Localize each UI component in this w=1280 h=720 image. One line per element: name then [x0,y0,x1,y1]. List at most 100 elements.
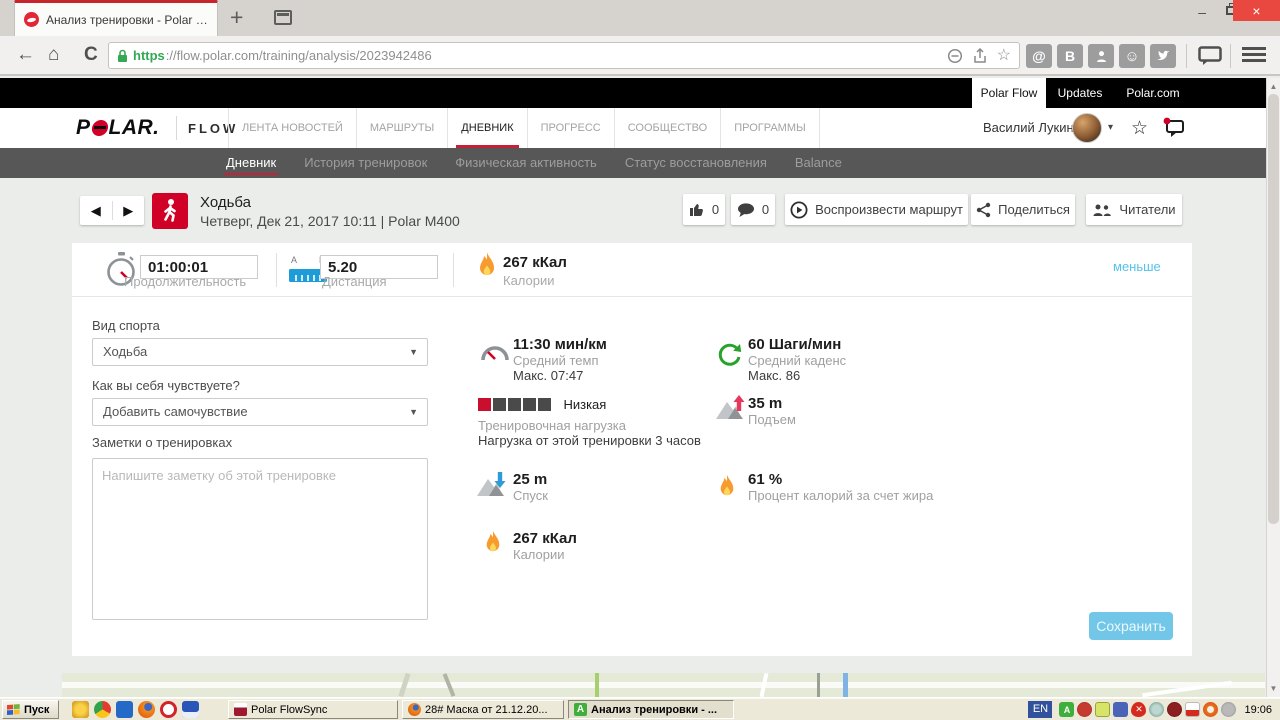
nav-item-routes[interactable]: МАРШРУТЫ [357,108,448,148]
taskbar-window-label: Polar FlowSync [251,704,327,716]
subnav-item-activity[interactable]: Физическая активность [441,148,611,178]
share-button[interactable]: Поделиться [971,194,1075,225]
next-session-button[interactable]: ▶ [113,196,145,225]
tray-security-shield-icon[interactable]: ✕ [1131,702,1146,717]
tab-list-icon[interactable] [274,10,292,25]
fat-percent-stat: 61 % Процент калорий за счет жира [748,471,968,503]
like-button[interactable]: 0 [683,194,725,225]
comment-icon [737,203,755,217]
menu-icon[interactable] [1242,47,1266,63]
share-label: Поделиться [998,202,1070,217]
nav-item-progress[interactable]: ПРОГРЕСС [528,108,615,148]
quicklaunch-icon-opera[interactable] [160,701,177,718]
notifications-icon[interactable] [1162,117,1186,137]
home-icon[interactable]: ⌂ [48,44,59,66]
window-close-button[interactable]: × [1233,0,1280,21]
nav-item-programs[interactable]: ПРОГРАММЫ [721,108,820,148]
reload-icon[interactable]: C [84,44,98,66]
moimir-share-icon[interactable]: ☺ [1119,44,1145,68]
card-divider [72,296,1192,297]
chat-bubble-icon[interactable] [1198,46,1222,65]
ok-share-icon[interactable] [1088,44,1114,68]
calories-summary-value: 267 кКал [503,254,567,271]
map-road [62,682,1265,688]
system-tray: EN A ✕ 19:06 [1028,698,1280,720]
feeling-select[interactable]: Добавить самочувствие ▼ [92,398,428,426]
thumbs-up-icon [689,202,705,217]
new-tab-button[interactable]: + [230,4,243,30]
fat-percent-value: 61 % [748,471,968,488]
window-minimize-button[interactable]: – [1198,4,1206,20]
address-bar[interactable]: https ://flow.polar.com/training/analysi… [108,42,1020,69]
quicklaunch-icon-chrome[interactable] [94,701,111,718]
load-detail: Нагрузка от этой тренировки 3 часов [478,433,728,448]
avatar[interactable] [1072,113,1102,143]
quicklaunch-icon-3[interactable] [116,701,133,718]
replay-route-button[interactable]: Воспроизвести маршрут [785,194,968,225]
training-analysis-card: Продолжительность A B Дистанция 267 кКал… [72,243,1192,656]
mailru-share-icon[interactable]: @ [1026,44,1052,68]
scroll-up-icon[interactable]: ▲ [1267,80,1280,93]
topbar-tab-polar-flow[interactable]: Polar Flow [972,78,1046,108]
play-circle-icon [790,201,808,219]
start-button[interactable]: Пуск [2,700,59,719]
tray-amigo-icon[interactable]: A [1059,702,1074,717]
taskbar-clock[interactable]: 19:06 [1244,704,1272,716]
back-icon[interactable]: ← [16,44,35,66]
language-indicator[interactable]: EN [1028,701,1052,718]
tray-icon-8[interactable] [1185,702,1200,717]
taskbar-window-training-analysis[interactable]: A Анализ тренировки - ... [568,700,734,719]
calories-stat: 267 кКал Калории [513,530,577,562]
share-page-icon[interactable] [973,48,987,64]
prev-session-button[interactable]: ◀ [80,196,112,225]
chevron-down-icon[interactable]: ▾ [1108,122,1113,133]
tray-volume-icon[interactable] [1221,702,1236,717]
load-label: Тренировочная нагрузка [478,418,728,433]
topbar-tab-polar-com[interactable]: Polar.com [1114,78,1192,108]
sport-type-select[interactable]: Ходьба ▼ [92,338,428,366]
subnav-item-training-history[interactable]: История тренировок [290,148,441,178]
quicklaunch-icon-firefox[interactable] [138,701,155,718]
topbar-tab-updates[interactable]: Updates [1046,78,1114,108]
nav-item-feed[interactable]: ЛЕНТА НОВОСТЕЙ [228,108,357,148]
tray-icon-4[interactable] [1113,702,1128,717]
calories-flame-icon [484,530,502,556]
nav-item-diary[interactable]: ДНЕВНИК [448,108,527,148]
bookmark-star-icon[interactable]: ☆ [997,48,1011,64]
polar-logo[interactable]: PLAR. [76,116,160,140]
subnav-item-diary[interactable]: Дневник [212,148,290,178]
save-button[interactable]: Сохранить [1089,612,1173,640]
descent-value: 25 m [513,471,548,488]
blocked-content-icon[interactable] [947,48,963,64]
comment-button[interactable]: 0 [731,194,775,225]
notes-textarea[interactable] [92,458,428,620]
quicklaunch-icon-floppy[interactable] [182,701,199,718]
vk-share-icon[interactable]: B [1057,44,1083,68]
tray-icon-3[interactable] [1095,702,1110,717]
chevron-down-icon: ▼ [409,399,418,425]
favorites-star-icon[interactable]: ☆ [1131,117,1148,140]
scroll-down-icon[interactable]: ▼ [1267,682,1280,695]
tray-icon-7[interactable] [1167,702,1182,717]
scrollbar-thumb[interactable] [1268,94,1279,524]
readers-button[interactable]: Читатели [1086,194,1182,225]
user-menu[interactable]: Василий Лукин [983,120,1074,135]
twitter-share-icon[interactable] [1150,44,1176,68]
quicklaunch-icon-1[interactable] [72,701,89,718]
flowsync-icon [234,703,247,716]
browser-tab[interactable]: Анализ тренировки - Polar Flow [14,0,218,36]
map-preview[interactable] [62,673,1265,697]
descent-stat: 25 m Спуск [513,471,548,503]
session-meta: Четверг, Дек 21, 2017 10:11 | Polar M400 [200,213,460,229]
nav-item-community[interactable]: СООБЩЕСТВО [615,108,722,148]
subnav-item-recovery-status[interactable]: Статус восстановления [611,148,781,178]
taskbar-window-flowsync[interactable]: Polar FlowSync [228,700,398,719]
tray-icon-2[interactable] [1077,702,1092,717]
subnav-item-balance[interactable]: Balance [781,148,856,178]
tray-icon-9[interactable] [1203,702,1218,717]
tray-icon-6[interactable] [1149,702,1164,717]
taskbar-window-firefox-doc[interactable]: 28# Маска от 21.12.20... [402,700,564,719]
replay-route-label: Воспроизвести маршрут [815,202,963,217]
page-scrollbar[interactable]: ▲ ▼ [1266,78,1280,697]
less-link[interactable]: меньше [1113,259,1161,274]
